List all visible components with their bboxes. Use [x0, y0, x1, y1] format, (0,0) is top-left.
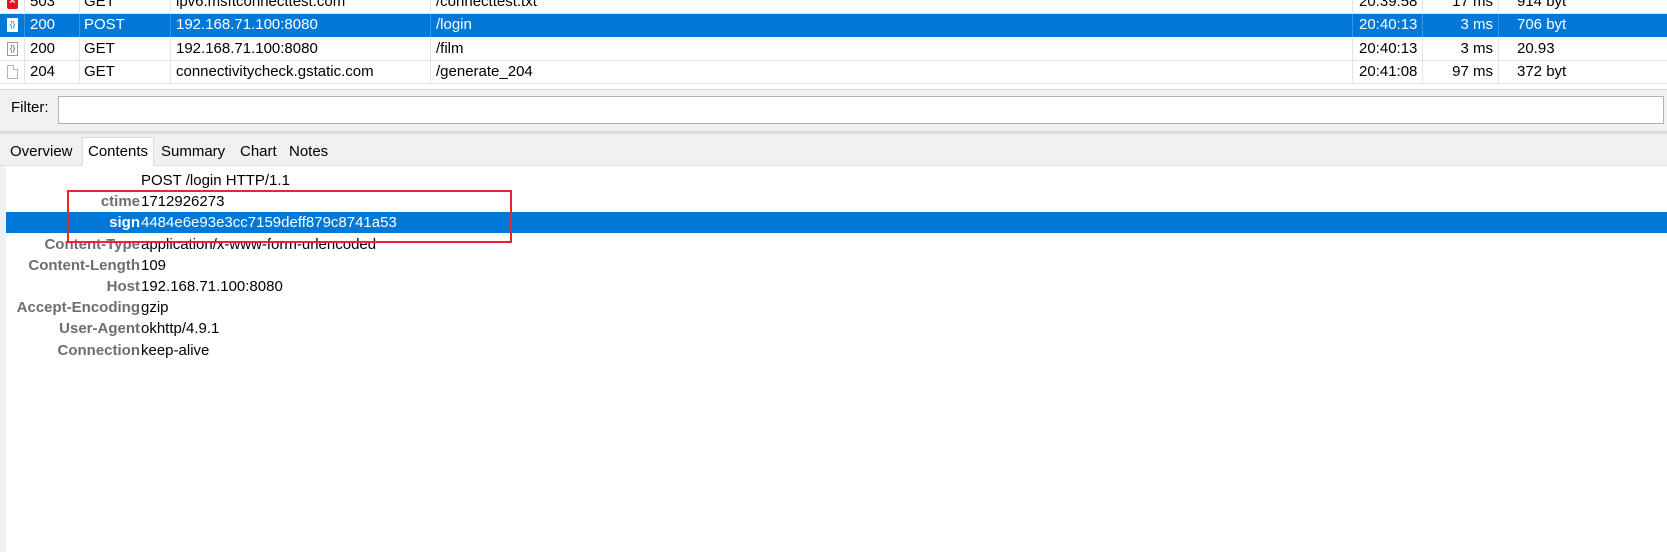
header-value: 4484e6e93e3cc7159deff879c8741a53: [141, 214, 397, 232]
header-name: Connection: [57, 341, 141, 359]
header-row[interactable]: Accept-Encoding gzip: [6, 297, 1667, 318]
table-row[interactable]: × 503 GET ipv6.msftconnecttest.com/connectt…: [0, 0, 1667, 14]
header-name: User-Agent: [59, 320, 140, 338]
header-row[interactable]: Host 192.168.71.100:8080: [6, 276, 1667, 297]
time-cell: 20:40:13: [1353, 38, 1423, 61]
document-icon: [7, 65, 18, 79]
time-cell: 20:40:13: [1353, 14, 1423, 37]
duration-cell: 97 ms: [1423, 61, 1499, 84]
request-headers-panel: POST /login HTTP/1.1 ctime 1712926273 sign 4…: [0, 166, 1667, 552]
header-value: keep-alive: [141, 341, 210, 359]
time-cell: 20:39:58: [1353, 0, 1423, 14]
header-value: 1712926273: [141, 193, 225, 211]
method-cell: POST: [80, 14, 171, 37]
row-icon-cell: ×: [0, 0, 25, 14]
path-cell: /login: [431, 14, 1353, 37]
header-row[interactable]: Content-Length 109: [6, 255, 1667, 276]
table-row[interactable]: {} 200 GET 192.168.71.100:8080/film 20:40:13…: [0, 38, 1667, 61]
row-icon-cell: {}: [0, 38, 25, 61]
tab-overview[interactable]: Overview: [5, 140, 78, 166]
status-cell: 200: [25, 38, 80, 61]
header-value: gzip: [141, 299, 169, 317]
filter-bar: Filter:: [0, 89, 1667, 132]
filter-label: Filter:: [11, 99, 49, 116]
header-row[interactable]: Connection keep-alive: [6, 340, 1667, 361]
size-cell: 20.93: [1517, 40, 1555, 57]
filter-input[interactable]: [58, 96, 1664, 124]
header-name: sign: [109, 214, 140, 232]
header-name: ctime: [100, 193, 140, 211]
host-cell: ipv6.msftconnecttest.com: [171, 0, 431, 14]
header-value: application/x-www-form-urlencoded: [141, 235, 377, 253]
table-row[interactable]: 204 GET connectivitycheck.gstatic.com/gene…: [0, 61, 1667, 84]
duration-cell: 3 ms: [1423, 14, 1499, 37]
status-cell: 200: [25, 14, 80, 37]
header-row[interactable]: User-Agent okhttp/4.9.1: [6, 318, 1667, 339]
size-cell: 706 byt: [1517, 16, 1567, 33]
path-cell: /generate_204: [431, 61, 1353, 84]
tab-notes[interactable]: Notes: [284, 140, 333, 166]
header-value: POST /login HTTP/1.1: [141, 172, 290, 189]
header-value: 109: [141, 256, 167, 274]
json-icon: {}: [7, 42, 18, 56]
header-value: 192.168.71.100:8080: [141, 278, 283, 295]
size-cell: 372 byt: [1517, 63, 1567, 80]
host-cell: 192.168.71.100:8080: [171, 14, 431, 37]
duration-cell: 3 ms: [1423, 38, 1499, 61]
time-cell: 20:41:08: [1353, 61, 1423, 84]
method-cell: GET: [80, 38, 171, 61]
method-cell: GET: [80, 61, 171, 84]
host-cell: connectivitycheck.gstatic.com: [171, 61, 431, 84]
method-cell: GET: [80, 0, 171, 14]
size-cell: 914 byt: [1517, 0, 1567, 10]
path-cell: /connecttest.txt: [431, 0, 1353, 14]
header-name: Content-Length: [28, 256, 140, 274]
header-name: Content-Type: [44, 235, 140, 253]
header-row[interactable]: sign 4484e6e93e3cc7159deff879c8741a53: [6, 212, 1667, 234]
header-value: okhttp/4.9.1: [141, 320, 220, 338]
header-row[interactable]: ctime 1712926273: [6, 191, 1667, 212]
tab-chart[interactable]: Chart: [235, 140, 282, 166]
detail-tab-bar: Overview Contents Summary Chart Notes: [0, 134, 1667, 166]
tab-summary[interactable]: Summary: [156, 140, 230, 166]
header-name: Accept-Encoding: [16, 299, 140, 317]
status-cell: 204: [25, 61, 80, 84]
row-icon-cell: {}: [0, 14, 25, 37]
table-row[interactable]: {} 200 POST 192.168.71.100:8080/login 20:40:…: [0, 14, 1667, 37]
json-icon: {}: [7, 18, 18, 32]
status-cell: 503: [25, 0, 80, 14]
row-icon-cell: [0, 61, 25, 84]
path-cell: /film: [431, 38, 1353, 61]
host-cell: 192.168.71.100:8080: [171, 38, 431, 61]
header-name: Host: [106, 278, 140, 295]
error-icon: ×: [7, 0, 18, 9]
tab-contents[interactable]: Contents: [82, 137, 155, 166]
header-row[interactable]: POST /login HTTP/1.1: [6, 170, 1667, 191]
header-row[interactable]: Content-Type application/x-www-form-urlen…: [6, 234, 1667, 255]
duration-cell: 17 ms: [1423, 0, 1499, 14]
